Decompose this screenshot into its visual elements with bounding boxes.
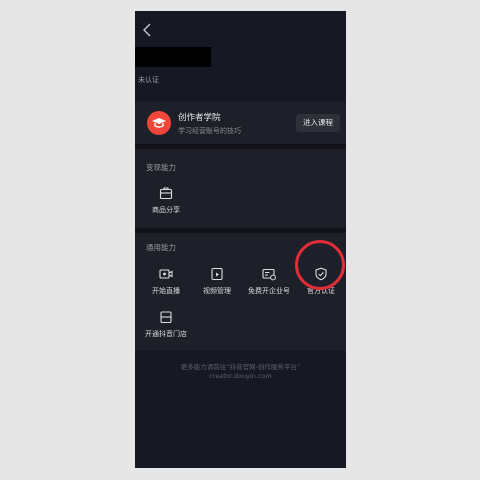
academy-subtitle: 学习经营账号的技巧	[178, 127, 241, 135]
footer-url[interactable]: creator.douyin.com	[135, 372, 346, 380]
enterprise-account-button[interactable]: 免费开企业号	[243, 267, 295, 296]
start-live-button[interactable]: 开始直播	[140, 267, 192, 296]
start-live-label: 开始直播	[152, 287, 180, 295]
open-store-button[interactable]: 开通抖音门店	[140, 310, 192, 339]
video-manage-icon	[211, 267, 223, 281]
enterprise-account-label: 免费开企业号	[248, 287, 290, 295]
product-share-label: 商品分享	[152, 206, 180, 214]
graduation-cap-icon	[152, 118, 166, 128]
live-camera-icon	[159, 269, 173, 279]
verification-status: 未认证	[138, 76, 159, 84]
video-manage-button[interactable]: 视频管理	[191, 267, 243, 296]
enterprise-card-icon	[262, 268, 276, 281]
highlight-annotation-circle	[295, 240, 345, 290]
academy-title: 创作者学院	[178, 113, 221, 123]
bag-icon	[159, 187, 173, 200]
general-section-title: 通用能力	[146, 243, 176, 252]
video-manage-label: 视频管理	[203, 287, 231, 295]
monetize-section: 变现能力 商品分享	[135, 149, 346, 228]
enter-course-button[interactable]: 进入课程	[296, 114, 340, 132]
open-store-label: 开通抖音门店	[145, 330, 187, 338]
back-arrow-icon[interactable]	[141, 23, 153, 37]
monetize-section-title: 变现能力	[146, 163, 176, 172]
product-share-button[interactable]: 商品分享	[140, 186, 192, 215]
academy-card[interactable]: 创作者学院 学习经营账号的技巧 进入课程	[135, 102, 346, 144]
footer-hint: 更多能力请前往“抖音官网-创作服务平台”	[180, 363, 301, 371]
academy-logo	[147, 111, 171, 135]
redacted-username	[135, 47, 211, 67]
store-icon	[160, 311, 172, 324]
